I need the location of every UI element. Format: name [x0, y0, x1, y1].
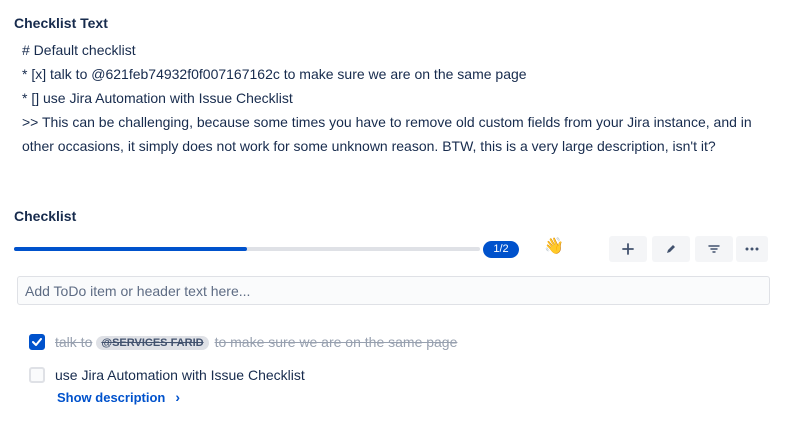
checkmark-icon	[32, 338, 42, 346]
checklist-text-line: * [] use Jira Automation with Issue Chec…	[22, 90, 293, 106]
checklist-text-body: # Default checklist * [x] talk to @621fe…	[22, 38, 772, 158]
checklist-text-line: * [x] talk to @621feb74932f0f007167162c …	[22, 66, 527, 82]
checklist-text-line: >> This can be challenging, because some…	[22, 114, 752, 154]
progress-bar	[14, 247, 480, 251]
filter-icon	[708, 245, 720, 253]
more-icon	[745, 247, 759, 251]
add-item-button[interactable]	[609, 236, 647, 262]
checklist-item: talk to @SERVICES FARID to make sure we ar…	[29, 334, 457, 350]
more-button[interactable]	[736, 236, 768, 262]
plus-icon	[622, 243, 634, 255]
checklist-text-line: # Default checklist	[22, 42, 136, 58]
item-text[interactable]: talk to @SERVICES FARID to make sure we ar…	[55, 334, 457, 350]
item-text[interactable]: use Jira Automation with Issue Checklist	[55, 367, 305, 383]
chevron-right-icon: ›	[175, 389, 181, 405]
progress-fill	[14, 247, 247, 251]
add-todo-input[interactable]	[17, 276, 770, 305]
item-text-after: to make sure we are on the same page	[214, 334, 458, 350]
show-description-link[interactable]: Show description ›	[57, 389, 180, 405]
progress-badge: 1/2	[483, 241, 519, 258]
item-checkbox[interactable]	[29, 334, 45, 350]
user-mention[interactable]: @SERVICES FARID	[96, 336, 209, 350]
edit-button[interactable]	[652, 236, 690, 262]
show-description-label: Show description	[57, 389, 166, 405]
checklist-text-title: Checklist Text	[14, 15, 108, 31]
item-checkbox[interactable]	[29, 367, 45, 383]
checklist-title: Checklist	[14, 208, 77, 224]
waving-hand-icon: 👋	[544, 238, 564, 255]
checklist-item: use Jira Automation with Issue Checklist	[29, 367, 305, 383]
item-text-before: talk to	[55, 334, 93, 350]
pencil-icon	[667, 245, 675, 253]
filter-button[interactable]	[695, 236, 733, 262]
